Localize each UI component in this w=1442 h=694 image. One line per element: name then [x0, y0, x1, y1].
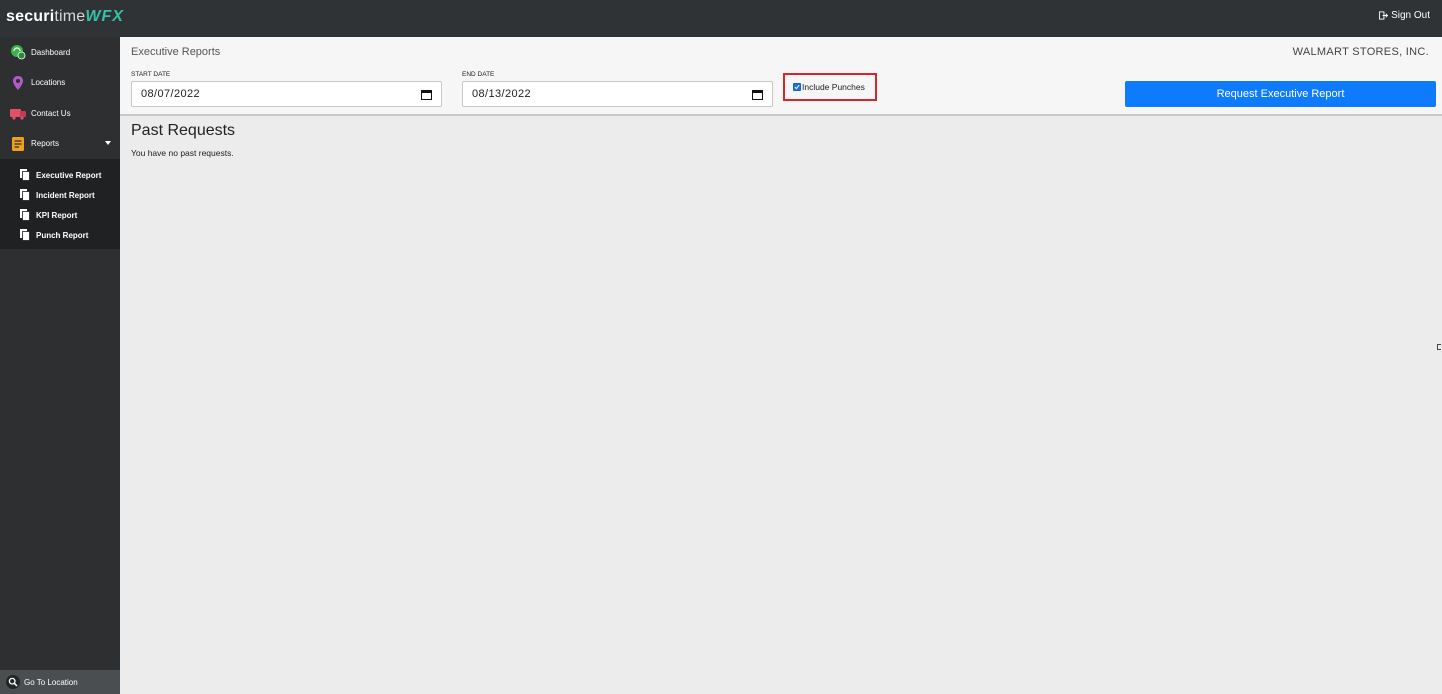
reports-icon — [10, 136, 26, 152]
sidebar-item-incident-report[interactable]: Incident Report — [0, 185, 120, 205]
sidebar-item-punch-report[interactable]: Punch Report — [0, 225, 120, 245]
sidebar-item-label: Locations — [31, 78, 66, 88]
past-requests-empty-message: You have no past requests. — [131, 148, 234, 158]
sidebar-item-reports[interactable]: Reports — [0, 129, 120, 160]
logo-text-securi: securi — [6, 8, 55, 25]
sidebar: Dashboard Locations Contact Us Reports E… — [0, 37, 120, 694]
search-icon — [6, 675, 20, 689]
sidebar-item-dashboard[interactable]: Dashboard — [0, 37, 120, 68]
start-date-value: 08/07/2022 — [141, 88, 201, 100]
sign-out-label: Sign Out — [1391, 10, 1430, 21]
company-name: WALMART STORES, INC. — [1292, 46, 1429, 58]
top-bar: securitimeWFX Sign Out — [0, 0, 1442, 37]
end-date-input[interactable]: 08/13/2022 — [462, 81, 773, 107]
sidebar-item-executive-report[interactable]: Executive Report — [0, 165, 120, 185]
sidebar-subitem-label: KPI Report — [36, 210, 78, 220]
include-punches-checkbox[interactable] — [793, 83, 801, 91]
include-punches-option[interactable]: Include Punches — [783, 73, 877, 101]
document-icon — [19, 189, 31, 201]
sidebar-subitem-label: Executive Report — [36, 170, 102, 180]
calendar-icon[interactable] — [752, 89, 763, 100]
sidebar-item-locations[interactable]: Locations — [0, 68, 120, 99]
past-requests-heading: Past Requests — [131, 122, 236, 139]
logo-text-time: time — [54, 8, 86, 25]
sign-out-icon — [1379, 11, 1389, 20]
contact-truck-icon — [10, 105, 26, 121]
chevron-down-icon — [105, 140, 111, 145]
start-date-label: START DATE — [131, 71, 171, 78]
reports-submenu: Executive Report Incident Report KPI Rep… — [0, 159, 120, 249]
sidebar-subitem-label: Incident Report — [36, 190, 95, 200]
sidebar-item-label: Contact Us — [31, 108, 71, 118]
go-to-location-button[interactable]: Go To Location — [0, 670, 120, 694]
sidebar-item-contact-us[interactable]: Contact Us — [0, 98, 120, 129]
app-logo[interactable]: securitimeWFX — [6, 8, 124, 26]
end-date-label: END DATE — [462, 71, 495, 78]
dashboard-icon — [10, 44, 26, 60]
sidebar-item-label: Dashboard — [31, 47, 71, 57]
page-title: Executive Reports — [131, 46, 221, 58]
go-to-location-label: Go To Location — [24, 677, 78, 687]
sidebar-item-label: Reports — [31, 139, 60, 149]
include-punches-label: Include Punches — [802, 82, 865, 92]
end-date-value: 08/13/2022 — [472, 88, 532, 100]
document-icon — [19, 229, 31, 241]
checkmark-icon — [794, 84, 800, 90]
document-icon — [19, 169, 31, 181]
start-date-input[interactable]: 08/07/2022 — [131, 81, 442, 107]
calendar-icon[interactable] — [421, 89, 432, 100]
location-pin-icon — [10, 75, 26, 91]
report-filter-panel: Executive Reports WALMART STORES, INC. S… — [120, 37, 1442, 116]
collapse-handle[interactable] — [1437, 344, 1441, 350]
sign-out-button[interactable]: Sign Out — [1379, 10, 1430, 21]
sidebar-item-kpi-report[interactable]: KPI Report — [0, 205, 120, 225]
request-executive-report-button[interactable]: Request Executive Report — [1125, 81, 1436, 107]
sidebar-subitem-label: Punch Report — [36, 230, 89, 240]
logo-text-wfx: WFX — [85, 8, 124, 25]
document-icon — [19, 209, 31, 221]
